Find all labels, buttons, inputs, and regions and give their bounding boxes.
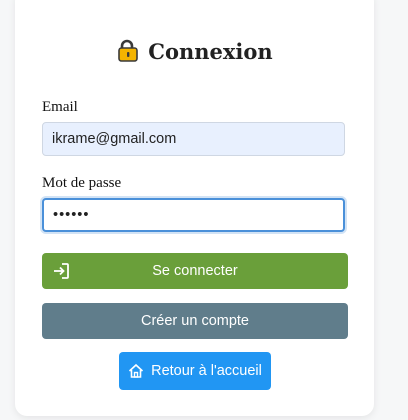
home-button[interactable]: Retour à l'accueil [119,352,271,390]
password-label: Mot de passe [42,175,122,191]
login-button-label: Se connecter [152,263,238,279]
login-card: Connexion Email Mot de passe Se connecte… [15,0,374,416]
home-icon [128,363,144,379]
password-field[interactable] [42,198,345,232]
email-field[interactable] [42,122,345,156]
create-account-label: Créer un compte [141,313,249,329]
sign-in-icon [52,262,70,280]
title-row: Connexion [15,36,374,66]
create-account-button[interactable]: Créer un compte [42,303,348,339]
home-button-label: Retour à l'accueil [151,363,262,379]
email-label: Email [42,99,78,115]
page-title: Connexion [148,38,273,64]
login-button[interactable]: Se connecter [42,253,348,289]
lock-icon [116,39,140,63]
